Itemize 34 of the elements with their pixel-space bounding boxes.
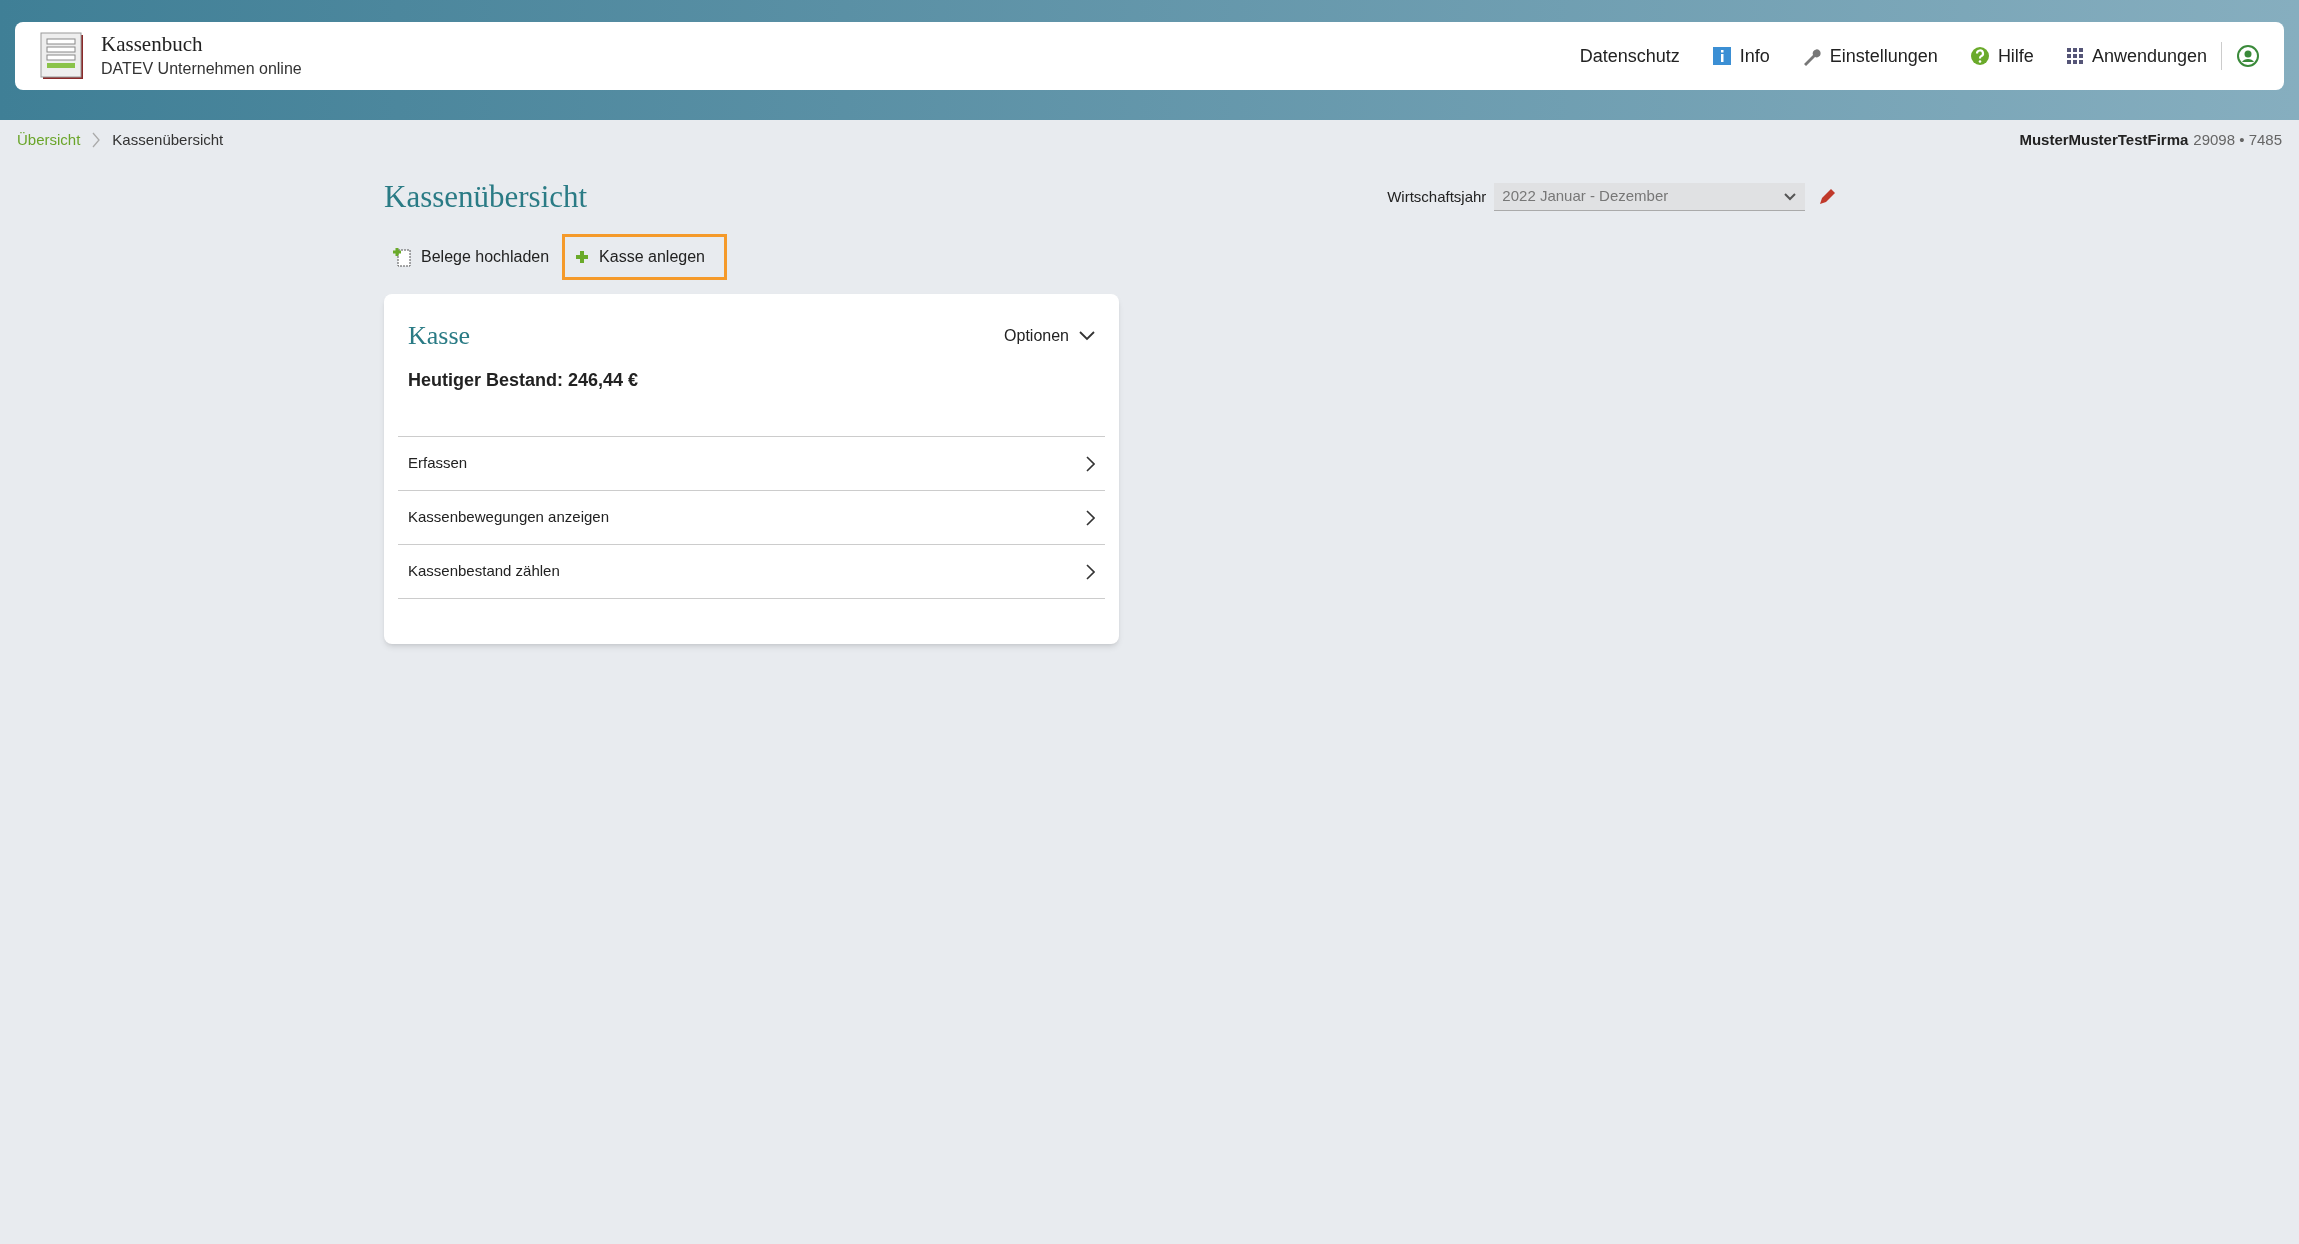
page-title: Kassenübersicht <box>384 177 588 216</box>
fiscal-year-select[interactable]: 2022 Januar - Dezember <box>1494 183 1806 211</box>
nav-link[interactable]: Anwendungen <box>2065 42 2207 70</box>
upload-receipts-button[interactable]: Belege hochladen <box>384 234 559 280</box>
card-menu-item[interactable]: Erfassen <box>398 437 1105 491</box>
help-icon <box>1969 46 1990 66</box>
company-name: MusterMusterTestFirma <box>2019 129 2189 150</box>
options-button[interactable]: Optionen <box>1004 323 1095 348</box>
chevron-down-icon <box>1783 191 1798 202</box>
create-cash-button[interactable]: Kasse anlegen <box>562 234 728 280</box>
fiscal-year-label: Wirtschaftsjahr <box>1387 186 1487 207</box>
pencil-icon[interactable] <box>1817 187 1838 207</box>
card-title: Kasse <box>408 320 471 352</box>
chevron-right-icon <box>92 132 101 148</box>
chevron-right-icon <box>1086 563 1095 580</box>
apps-grid-icon <box>2065 47 2084 65</box>
card-menu-item[interactable]: Kassenbewegungen anzeigen <box>398 491 1105 545</box>
plus-icon <box>575 250 590 264</box>
nav-link[interactable]: Hilfe <box>1969 42 2034 70</box>
document-plus-icon <box>393 247 411 267</box>
company-number: 29098 • 7485 <box>2193 129 2282 150</box>
user-icon[interactable] <box>2236 44 2260 68</box>
chevron-down-icon <box>1079 330 1095 341</box>
breadcrumb-current: Kassenübersicht <box>112 129 224 150</box>
nav-link[interactable]: Info <box>1711 42 1770 70</box>
app-subtitle: DATEV Unternehmen online <box>101 59 302 79</box>
nav-link[interactable]: Datenschutz <box>1579 42 1680 70</box>
app-title: Kassenbuch <box>101 31 204 57</box>
chevron-right-icon <box>1086 455 1095 472</box>
info-icon <box>1711 46 1732 66</box>
nav-link[interactable]: Einstellungen <box>1801 42 1938 70</box>
card-menu-item[interactable]: Kassenbestand zählen <box>398 545 1105 599</box>
balance-text: Heutiger Bestand: 246,44 € <box>407 369 640 392</box>
chevron-right-icon <box>1086 509 1095 526</box>
